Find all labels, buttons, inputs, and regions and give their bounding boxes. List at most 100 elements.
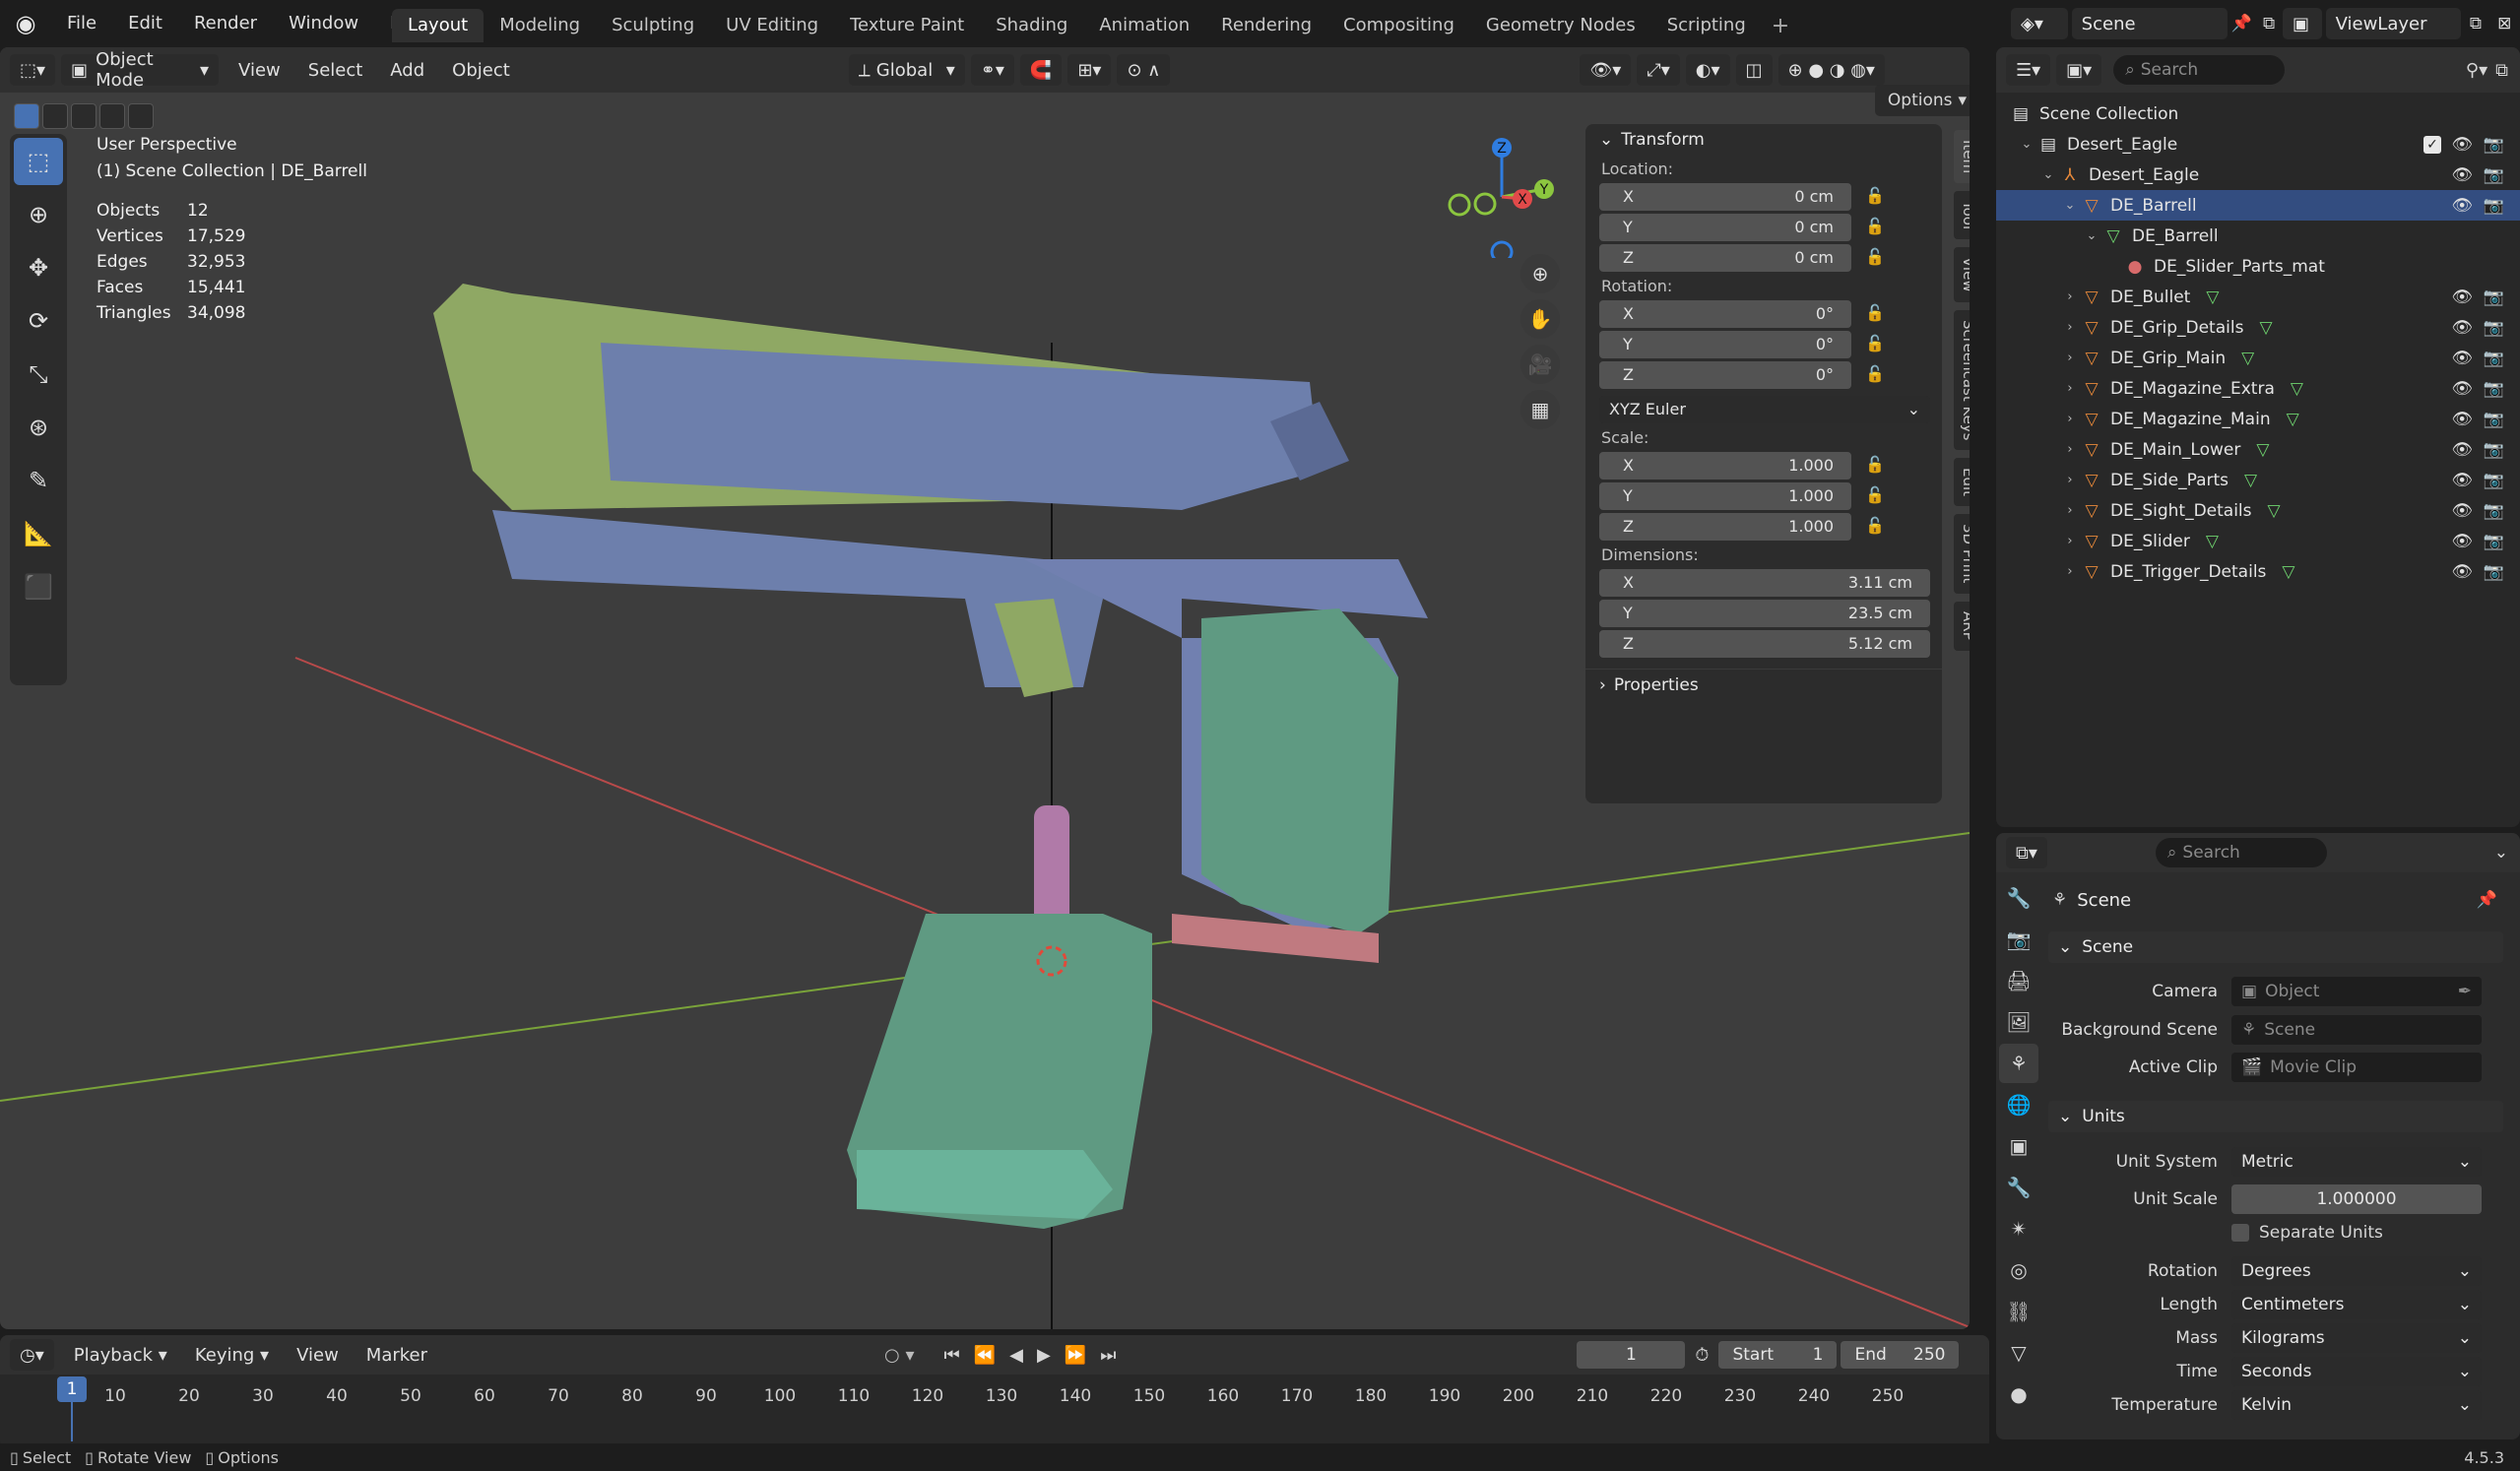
scene-type-icon[interactable]: ◈▾ xyxy=(2011,8,2068,39)
chevron-down-icon[interactable]: ⌄ xyxy=(2081,228,2102,243)
pivot-dropdown[interactable]: ⚭▾ xyxy=(970,54,1014,86)
tab-scripting[interactable]: Scripting xyxy=(1651,9,1762,42)
tab-screencast-keys[interactable]: Screencast Keys xyxy=(1954,309,1970,451)
tab-sculpting[interactable]: Sculpting xyxy=(596,9,710,42)
menu-edit[interactable]: Edit xyxy=(112,0,178,47)
chevron-down-icon[interactable]: ⌄ xyxy=(2059,198,2081,213)
visibility-eye-icon[interactable]: 👁 xyxy=(2451,318,2473,338)
tool-tab-icon[interactable]: 🔧 xyxy=(1999,878,2038,918)
exclude-checkbox[interactable]: ✓ xyxy=(2423,135,2441,154)
tab-compositing[interactable]: Compositing xyxy=(1327,9,1470,42)
dimensions-x-field[interactable]: X 3.11 cm xyxy=(1599,568,1930,597)
visibility-eye-icon[interactable]: 👁 xyxy=(2451,562,2473,582)
chevron-right-icon[interactable]: › xyxy=(2059,473,2081,487)
modifier-tab-icon[interactable]: 🔧 xyxy=(1999,1168,2038,1207)
visibility-eye-icon[interactable]: 👁 xyxy=(2451,440,2473,460)
render-camera-icon[interactable]: 📷 xyxy=(2484,562,2504,582)
render-camera-icon[interactable]: 📷 xyxy=(2484,349,2504,368)
rotation-y-field[interactable]: Y 0° xyxy=(1599,330,1851,358)
render-camera-icon[interactable]: 📷 xyxy=(2484,471,2504,490)
tab-3d-print[interactable]: 3D Print xyxy=(1954,514,1970,594)
properties-panel-header[interactable]: › Properties xyxy=(1585,669,1942,700)
render-camera-icon[interactable]: 📷 xyxy=(2484,379,2504,399)
scale-y-field[interactable]: Y 1.000 xyxy=(1599,481,1851,510)
units-panel-header[interactable]: ⌄ Units xyxy=(2048,1101,2503,1132)
output-tab-icon[interactable]: 🖨 xyxy=(1999,961,2038,1000)
overlay-toggle[interactable]: ◐▾ xyxy=(1685,54,1730,86)
chevron-down-icon[interactable]: ⌄ xyxy=(2037,167,2059,182)
menu-keying[interactable]: Keying ▾ xyxy=(181,1345,283,1366)
render-camera-icon[interactable]: 📷 xyxy=(2484,501,2504,521)
outliner-editor-type-button[interactable]: ☰▾ xyxy=(2006,54,2051,86)
display-mode-dropdown[interactable]: ▣▾ xyxy=(2056,54,2102,86)
properties-editor-type-button[interactable]: ⧉▾ xyxy=(2006,837,2047,868)
menu-render[interactable]: Render xyxy=(178,0,273,47)
lock-icon[interactable]: 🔓 xyxy=(1865,455,1887,477)
playhead-frame-badge[interactable]: 1 xyxy=(57,1376,87,1402)
start-frame-field[interactable]: Start 1 xyxy=(1718,1341,1838,1369)
tab-geometry-nodes[interactable]: Geometry Nodes xyxy=(1470,9,1651,42)
chevron-down-icon[interactable]: ⌄ xyxy=(2494,843,2508,863)
visibility-eye-icon[interactable]: 👁 xyxy=(2451,165,2473,185)
select-mode-subtract[interactable] xyxy=(71,103,97,129)
chevron-right-icon[interactable]: › xyxy=(2059,351,2081,365)
rotation-x-field[interactable]: X 0° xyxy=(1599,299,1851,328)
lock-icon[interactable]: 🔓 xyxy=(1865,247,1887,269)
render-tab-icon[interactable]: 📷 xyxy=(1999,920,2038,959)
properties-search-input[interactable]: ⌕ Search xyxy=(2155,838,2327,867)
filter-icon[interactable]: ⚲▾ xyxy=(2466,60,2488,81)
play-icon[interactable]: ▶ xyxy=(1037,1345,1051,1366)
chevron-right-icon[interactable]: › xyxy=(2059,320,2081,335)
tab-arp[interactable]: ARP xyxy=(1954,601,1970,651)
tab-texture-paint[interactable]: Texture Paint xyxy=(834,9,980,42)
temperature-units-dropdown[interactable]: Kelvin ⌄ xyxy=(2231,1390,2482,1420)
visibility-eye-icon[interactable]: 👁 xyxy=(2451,349,2473,368)
blender-logo-icon[interactable]: ◉ xyxy=(0,0,51,47)
select-mode-intersect[interactable] xyxy=(128,103,154,129)
mode-dropdown[interactable]: ▣ Object Mode ▾ xyxy=(61,49,220,91)
proportional-edit-toggle[interactable]: ⊙ ∧ xyxy=(1117,54,1171,86)
chevron-right-icon[interactable]: › xyxy=(2059,381,2081,396)
rotation-z-field[interactable]: Z 0° xyxy=(1599,360,1851,389)
time-units-dropdown[interactable]: Seconds ⌄ xyxy=(2231,1357,2482,1386)
measure-tool-icon[interactable]: 📐 xyxy=(14,510,63,557)
visibility-eye-icon[interactable]: 👁 xyxy=(2451,410,2473,429)
select-mode-extend[interactable] xyxy=(42,103,68,129)
render-camera-icon[interactable]: 📷 xyxy=(2484,165,2504,185)
pan-hand-icon[interactable]: ✋ xyxy=(1520,299,1560,339)
lock-icon[interactable]: 🔓 xyxy=(1865,186,1887,208)
scene-tab-icon[interactable]: ⚘ xyxy=(1999,1044,2038,1083)
timeline-editor-type-button[interactable]: ◷▾ xyxy=(10,1339,54,1371)
new-scene-icon[interactable]: ⧉ xyxy=(2255,14,2283,33)
perspective-grid-icon[interactable]: ▦ xyxy=(1520,390,1560,429)
length-units-dropdown[interactable]: Centimeters ⌄ xyxy=(2231,1290,2482,1319)
tab-layout[interactable]: Layout xyxy=(392,9,485,42)
render-camera-icon[interactable]: 📷 xyxy=(2484,440,2504,460)
menu-marker[interactable]: Marker xyxy=(353,1345,441,1366)
playhead-line[interactable] xyxy=(71,1402,73,1441)
tab-modeling[interactable]: Modeling xyxy=(484,9,596,42)
render-camera-icon[interactable]: 📷 xyxy=(2484,288,2504,307)
menu-playback[interactable]: Playback ▾ xyxy=(60,1345,181,1366)
mass-units-dropdown[interactable]: Kilograms ⌄ xyxy=(2231,1323,2482,1353)
snap-target-dropdown[interactable]: ⊞▾ xyxy=(1067,54,1112,86)
chevron-down-icon[interactable]: ⌄ xyxy=(2016,137,2037,152)
camera-view-icon[interactable]: 🎥 xyxy=(1520,345,1560,384)
jump-start-icon[interactable]: ⏮ xyxy=(943,1345,959,1366)
zoom-icon[interactable]: ⊕ xyxy=(1520,254,1560,293)
visibility-eye-icon[interactable]: 👁 xyxy=(2451,379,2473,399)
scale-z-field[interactable]: Z 1.000 xyxy=(1599,512,1851,541)
outliner-row-scene-collection[interactable]: ▤ Scene Collection xyxy=(1996,98,2520,129)
tab-uv-editing[interactable]: UV Editing xyxy=(710,9,834,42)
tab-edit[interactable]: Edit xyxy=(1954,458,1970,507)
material-tab-icon[interactable]: ● xyxy=(1999,1375,2038,1414)
editor-type-button[interactable]: ⬚▾ xyxy=(10,54,56,86)
chevron-right-icon[interactable]: › xyxy=(2059,442,2081,457)
outliner-row[interactable]: › ▽ DE_Side_Parts ▽ 👁 📷 xyxy=(1996,465,2520,495)
separate-units-checkbox[interactable]: Separate Units xyxy=(2231,1223,2383,1243)
visibility-eye-icon[interactable]: 👁 xyxy=(2451,501,2473,521)
chevron-right-icon[interactable]: › xyxy=(2059,534,2081,548)
camera-field[interactable]: ▣ Object ✒ xyxy=(2231,977,2482,1006)
object-tab-icon[interactable]: ▣ xyxy=(1999,1126,2038,1166)
physics-tab-icon[interactable]: ◎ xyxy=(1999,1250,2038,1290)
